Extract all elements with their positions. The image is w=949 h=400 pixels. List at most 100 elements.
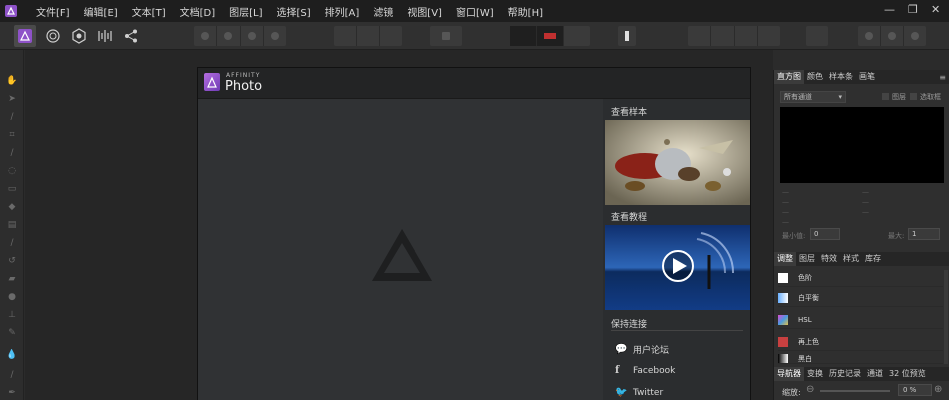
selection-brush-icon[interactable]: ∕ — [6, 148, 18, 158]
blur-tool-icon[interactable]: 💧 — [6, 350, 18, 360]
menu-arrange[interactable]: 排列[A] — [325, 4, 360, 19]
mask-dropdown-icon[interactable] — [564, 26, 590, 46]
pen-tool-icon[interactable]: ✒ — [6, 388, 18, 398]
forum-label: 用户论坛 — [633, 346, 670, 356]
adjustment-recolor[interactable]: 再上色 — [778, 333, 943, 351]
forum-link[interactable]: 💬 用户论坛 — [615, 343, 669, 356]
close-button[interactable]: ✕ — [931, 3, 940, 16]
tab-32bit-preview[interactable]: 32 位预览 — [886, 367, 929, 381]
menu-document[interactable]: 文档[D] — [180, 4, 216, 19]
zoom-slider[interactable] — [820, 390, 890, 392]
menu-text[interactable]: 文本[T] — [132, 4, 166, 19]
facebook-link[interactable]: f Facebook — [615, 365, 675, 376]
minimize-button[interactable]: — — [884, 3, 895, 16]
subtract-icon[interactable] — [881, 26, 904, 46]
adjustment-hsl[interactable]: HSL — [778, 311, 943, 329]
color-replace-icon[interactable]: ↺ — [6, 256, 18, 266]
hsl-icon — [778, 314, 788, 325]
max-label: 最大: — [888, 232, 905, 240]
app-logo-icon — [0, 0, 22, 22]
tab-transform[interactable]: 变换 — [804, 367, 826, 381]
menu-select[interactable]: 选择[S] — [277, 4, 311, 19]
tab-swatches[interactable]: 样本条 — [826, 70, 856, 84]
tab-histogram[interactable]: 直方图 — [774, 70, 804, 84]
smudge-tool-icon[interactable]: ∕ — [6, 370, 18, 380]
marquee-tool-icon[interactable]: ▭ — [6, 184, 18, 194]
crop-tool-icon[interactable]: ⌗ — [6, 130, 18, 140]
photo-persona-icon[interactable] — [14, 25, 36, 47]
tab-history[interactable]: 历史记录 — [826, 367, 864, 381]
zoom-out-icon[interactable]: ⊖ — [806, 384, 814, 395]
adjustments-scrollbar[interactable] — [944, 270, 948, 364]
guides-icon[interactable] — [380, 26, 402, 46]
healing-tool-icon[interactable]: ✎ — [6, 328, 18, 338]
checker-icon[interactable] — [510, 26, 537, 46]
menu-filters[interactable]: 滤镜 — [373, 4, 393, 19]
sample-thumbnail[interactable] — [605, 120, 750, 205]
selection-checkbox[interactable] — [910, 93, 917, 100]
fill-tool-icon[interactable]: ◆ — [6, 202, 18, 212]
adjustment-black-white[interactable]: 黑白 — [778, 354, 943, 364]
tone-mapping-persona-icon[interactable] — [94, 25, 116, 47]
brand-affinity: AFFINITY — [226, 72, 261, 79]
sphere-icon[interactable] — [264, 26, 286, 46]
add-icon[interactable] — [858, 26, 881, 46]
zoom-value-field[interactable]: 0 % — [898, 384, 932, 396]
export-persona-icon[interactable] — [120, 25, 142, 47]
snap-icon[interactable] — [357, 26, 380, 46]
channel-select[interactable]: 所有通道 ▾ — [780, 91, 846, 103]
grid-group — [334, 26, 402, 46]
gradient-tool-icon[interactable]: ▤ — [6, 220, 18, 230]
align-left-icon[interactable] — [688, 26, 712, 46]
clone-tool-icon[interactable]: ⊥ — [6, 310, 18, 320]
dodge-icon[interactable] — [194, 26, 218, 46]
max-value-field[interactable]: 1 — [908, 228, 940, 240]
align-center-icon[interactable] — [711, 26, 735, 46]
liquify-persona-icon[interactable] — [42, 25, 64, 47]
menu-file[interactable]: 文件[F] — [36, 4, 70, 19]
contrast-icon[interactable] — [217, 26, 241, 46]
menu-help[interactable]: 帮助[H] — [508, 4, 543, 19]
hand-tool-icon[interactable]: ✋ — [6, 76, 18, 86]
layer-checkbox[interactable] — [882, 93, 889, 100]
menu-edit[interactable]: 编辑[E] — [84, 4, 118, 19]
tab-adjustments[interactable]: 调整 — [774, 252, 796, 266]
tutorial-thumbnail[interactable] — [605, 225, 750, 310]
menu-view[interactable]: 视图[V] — [407, 4, 442, 19]
adjustment-levels[interactable]: 色阶 — [778, 269, 943, 287]
tab-stock[interactable]: 库存 — [862, 252, 884, 266]
tab-navigator[interactable]: 导航器 — [774, 367, 804, 381]
develop-persona-icon[interactable] — [68, 25, 90, 47]
maximize-button[interactable]: ❐ — [908, 3, 918, 16]
min-value-field[interactable]: 0 — [810, 228, 840, 240]
tab-brushes[interactable]: 画笔 — [856, 70, 878, 84]
erase-tool-icon[interactable]: ▰ — [6, 274, 18, 284]
menu-layer[interactable]: 图层[L] — [229, 4, 262, 19]
align-right-icon[interactable] — [735, 26, 758, 46]
align-top-icon[interactable] — [758, 26, 780, 46]
tab-layers[interactable]: 图层 — [796, 252, 818, 266]
red-mask-icon[interactable] — [537, 26, 564, 46]
tab-styles[interactable]: 样式 — [840, 252, 862, 266]
arrange-icon[interactable] — [806, 26, 828, 46]
tab-channels[interactable]: 通道 — [864, 367, 886, 381]
square-select-icon[interactable] — [430, 26, 462, 46]
twitter-link[interactable]: 🐦 Twitter — [615, 387, 663, 398]
dodge-tool-icon[interactable]: ● — [6, 292, 18, 302]
flood-select-icon[interactable]: ◌ — [6, 166, 18, 176]
view-tool-icon[interactable]: ∕ — [6, 112, 18, 122]
adjustment-white-balance[interactable]: 白平衡 — [778, 289, 943, 307]
levels-icon — [778, 272, 788, 283]
intersect-icon[interactable] — [904, 26, 926, 46]
tab-effects[interactable]: 特效 — [818, 252, 840, 266]
adjustment-label: HSL — [798, 315, 812, 324]
zoom-in-icon[interactable]: ⊕ — [934, 384, 942, 395]
menu-window[interactable]: 窗口[W] — [456, 4, 494, 19]
grid-icon[interactable] — [334, 26, 357, 46]
tab-color[interactable]: 颜色 — [804, 70, 826, 84]
paint-brush-icon[interactable]: ∕ — [6, 238, 18, 248]
assistant-icon[interactable] — [618, 26, 636, 46]
move-tool-icon[interactable]: ➤ — [6, 94, 18, 104]
panel-menu-icon[interactable]: ≡ — [939, 73, 946, 82]
shadow-icon[interactable] — [241, 26, 264, 46]
